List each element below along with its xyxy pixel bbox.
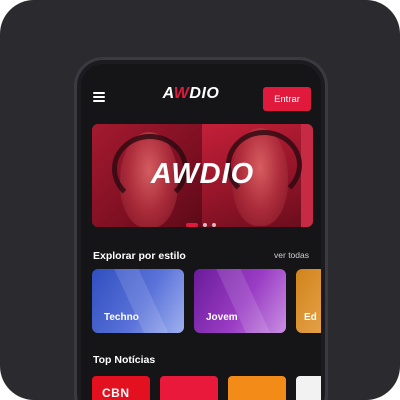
news-card-partial[interactable] [296, 376, 321, 400]
genre-card-partial[interactable]: Ed [296, 269, 321, 333]
carousel-dot[interactable] [203, 223, 207, 227]
section-title-news: Top Notícias [93, 354, 156, 366]
app-screen: AWDIO Entrar AWDIO Explorar por estilo v… [81, 64, 321, 400]
carousel-dots[interactable] [186, 214, 221, 227]
phone-frame: AWDIO Entrar AWDIO Explorar por estilo v… [77, 60, 325, 400]
device-card: AWDIO Entrar AWDIO Explorar por estilo v… [0, 0, 400, 400]
genre-card-techno[interactable]: Techno [92, 269, 184, 333]
card-decoration [113, 269, 177, 333]
genre-card-jovem[interactable]: Jovem [194, 269, 286, 333]
genre-label: Techno [104, 312, 139, 323]
news-card[interactable] [228, 376, 286, 400]
genre-label: Jovem [206, 312, 238, 323]
hamburger-menu-icon[interactable] [93, 92, 105, 102]
hero-banner[interactable]: AWDIO [92, 124, 313, 227]
app-logo: AWDIO [162, 85, 220, 102]
news-card[interactable] [160, 376, 218, 400]
login-button[interactable]: Entrar [263, 87, 311, 111]
banner-brand-text: AWDIO [150, 158, 255, 190]
section-title-explore: Explorar por estilo [93, 250, 186, 262]
carousel-dot-active[interactable] [186, 223, 198, 227]
carousel-dot[interactable] [212, 223, 216, 227]
see-all-link[interactable]: ver todas [274, 250, 309, 260]
news-card[interactable]: CBN [92, 376, 150, 400]
genre-label: Ed [304, 312, 317, 323]
card-decoration [215, 269, 279, 333]
news-brand-logo: CBN [102, 386, 130, 400]
